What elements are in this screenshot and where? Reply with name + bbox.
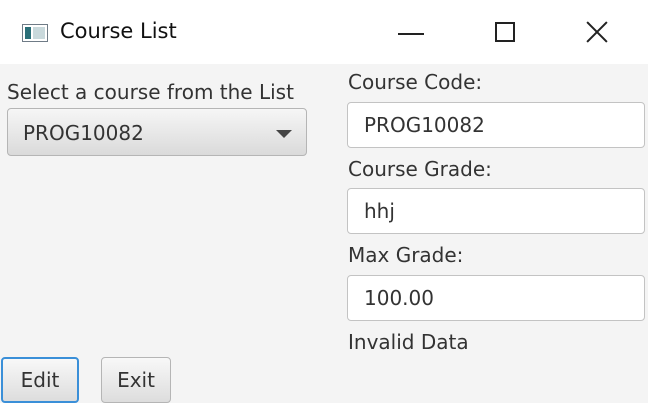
app-window-icon: [22, 24, 48, 42]
title-bar: Course List: [0, 0, 648, 64]
chevron-down-icon: [276, 130, 292, 138]
course-grade-field[interactable]: [347, 188, 645, 234]
course-combo-value: PROG10082: [23, 121, 144, 145]
edit-button[interactable]: Edit: [1, 357, 79, 403]
window-title: Course List: [60, 19, 177, 43]
max-grade-label: Max Grade:: [348, 243, 464, 267]
course-select-label: Select a course from the List: [7, 80, 294, 104]
course-code-field[interactable]: [347, 102, 645, 148]
validation-message: Invalid Data: [348, 330, 469, 354]
minimize-button[interactable]: [372, 0, 462, 64]
close-icon: [585, 20, 609, 44]
max-grade-field[interactable]: [347, 275, 645, 321]
exit-button[interactable]: Exit: [101, 357, 171, 403]
close-button[interactable]: [552, 0, 642, 64]
minimize-icon: [398, 33, 424, 35]
course-code-label: Course Code:: [348, 70, 483, 94]
maximize-button[interactable]: [462, 0, 552, 64]
maximize-icon: [495, 22, 515, 42]
course-grade-label: Course Grade:: [348, 157, 492, 181]
course-combo-box[interactable]: PROG10082: [7, 108, 307, 156]
